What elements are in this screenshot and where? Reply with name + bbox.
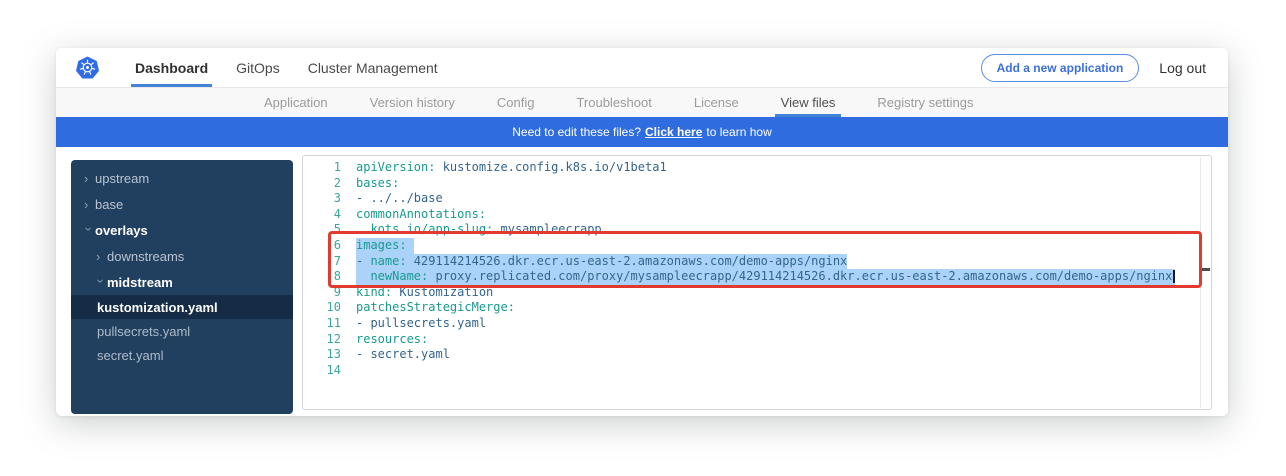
chevron-down-icon: › [94,278,109,289]
line-number: 1 [303,160,341,176]
admin-console-window: DashboardGitOpsCluster Management Add a … [56,48,1228,416]
top-nav: DashboardGitOpsCluster Management Add a … [56,48,1228,88]
section-tab-version-history[interactable]: Version history [370,88,455,117]
line-number: 4 [303,207,341,223]
tree-item-kustomization-yaml[interactable]: kustomization.yaml [71,295,293,319]
main-tab-cluster-management[interactable]: Cluster Management [294,48,452,87]
tree-item-label: midstream [107,275,173,290]
tree-item-midstream[interactable]: ›midstream [71,269,293,295]
tree-item-downstreams[interactable]: ›downstreams [71,243,293,269]
line-content: commonAnnotations: [356,207,486,223]
code-line-7[interactable]: 7 - name: 429114214526.dkr.ecr.us-east-2.… [303,254,1199,270]
tree-item-overlays[interactable]: ›overlays [71,217,293,243]
chevron-right-icon: › [96,249,107,264]
section-tab-registry-settings[interactable]: Registry settings [877,88,973,117]
code-lines: 1 apiVersion: kustomize.config.k8s.io/v1b… [303,160,1199,378]
line-number: 6 [303,238,341,254]
line-content: resources: [356,332,428,348]
line-number: 11 [303,316,341,332]
section-tab-view-files[interactable]: View files [781,88,836,117]
chevron-right-icon: › [84,171,95,186]
line-content: - secret.yaml [356,347,450,363]
code-line-8[interactable]: 8 newName: proxy.replicated.com/proxy/my… [303,269,1199,285]
code-line-5[interactable]: 5 kots.io/app-slug: mysampleecrapp [303,222,1199,238]
code-line-6[interactable]: 6 images: [303,238,1199,254]
line-number: 13 [303,347,341,363]
code-line-14[interactable]: 14 [303,363,1199,379]
code-line-4[interactable]: 4 commonAnnotations: [303,207,1199,223]
line-number: 3 [303,191,341,207]
line-content: bases: [356,176,399,192]
code-line-9[interactable]: 9 kind: Kustomization [303,285,1199,301]
section-tab-license[interactable]: License [694,88,739,117]
line-number: 5 [303,222,341,238]
code-line-2[interactable]: 2 bases: [303,176,1199,192]
edit-files-banner: Need to edit these files? Click here to … [56,117,1228,147]
tree-item-label: secret.yaml [97,348,163,363]
tree-item-upstream[interactable]: ›upstream [71,165,293,191]
section-tab-troubleshoot[interactable]: Troubleshoot [576,88,651,117]
code-line-3[interactable]: 3 - ../../base [303,191,1199,207]
tree-item-pullsecrets-yaml[interactable]: pullsecrets.yaml [71,319,293,343]
main-tab-gitops[interactable]: GitOps [222,48,294,87]
main-nav-tabs: DashboardGitOpsCluster Management [121,48,452,87]
section-tab-application[interactable]: Application [264,88,328,117]
tree-item-label: downstreams [107,249,184,264]
chevron-down-icon: › [82,226,97,237]
line-content: kind: Kustomization [356,285,493,301]
add-new-application-button[interactable]: Add a new application [981,54,1140,82]
code-line-13[interactable]: 13 - secret.yaml [303,347,1199,363]
banner-text-after: to learn how [706,125,771,139]
editor-scrollbar-track[interactable] [1200,157,1201,408]
line-content: newName: proxy.replicated.com/proxy/mysa… [356,269,1175,285]
line-content: images: [356,238,414,254]
tree-item-label: overlays [95,223,148,238]
code-line-1[interactable]: 1 apiVersion: kustomize.config.k8s.io/v1b… [303,160,1199,176]
code-line-10[interactable]: 10 patchesStrategicMerge: [303,300,1199,316]
file-tree-sidebar: ›upstream›base›overlays›downstreams›mids… [71,160,293,414]
line-content: - ../../base [356,191,443,207]
yaml-editor[interactable]: 1 apiVersion: kustomize.config.k8s.io/v1b… [302,155,1212,410]
tree-item-base[interactable]: ›base [71,191,293,217]
chevron-right-icon: › [84,197,95,212]
code-line-12[interactable]: 12 resources: [303,332,1199,348]
section-tab-config[interactable]: Config [497,88,535,117]
tree-item-label: pullsecrets.yaml [97,324,190,339]
line-content: patchesStrategicMerge: [356,300,515,316]
line-number: 12 [303,332,341,348]
line-number: 7 [303,254,341,270]
line-content: apiVersion: kustomize.config.k8s.io/v1be… [356,160,667,176]
logout-button[interactable]: Log out [1159,60,1206,76]
line-number: 14 [303,363,341,379]
tree-item-label: upstream [95,171,149,186]
click-here-link[interactable]: Click here [645,125,702,139]
kubernetes-logo-icon [76,56,99,79]
app-section-tabs: Application Version history Config Troubles… [56,88,1228,117]
tree-item-label: kustomization.yaml [97,300,218,315]
line-content: - name: 429114214526.dkr.ecr.us-east-2.a… [356,254,847,270]
tree-item-secret-yaml[interactable]: secret.yaml [71,343,293,367]
main-tab-dashboard[interactable]: Dashboard [121,48,222,87]
overview-ruler-cursor-mark [1199,268,1210,271]
line-number: 10 [303,300,341,316]
line-content: kots.io/app-slug: mysampleecrapp [356,222,602,238]
tree-item-label: base [95,197,123,212]
code-line-11[interactable]: 11 - pullsecrets.yaml [303,316,1199,332]
line-number: 8 [303,269,341,285]
banner-text-before: Need to edit these files? [512,125,641,139]
text-cursor [1173,270,1175,283]
line-number: 2 [303,176,341,192]
line-number: 9 [303,285,341,301]
line-content: - pullsecrets.yaml [356,316,486,332]
